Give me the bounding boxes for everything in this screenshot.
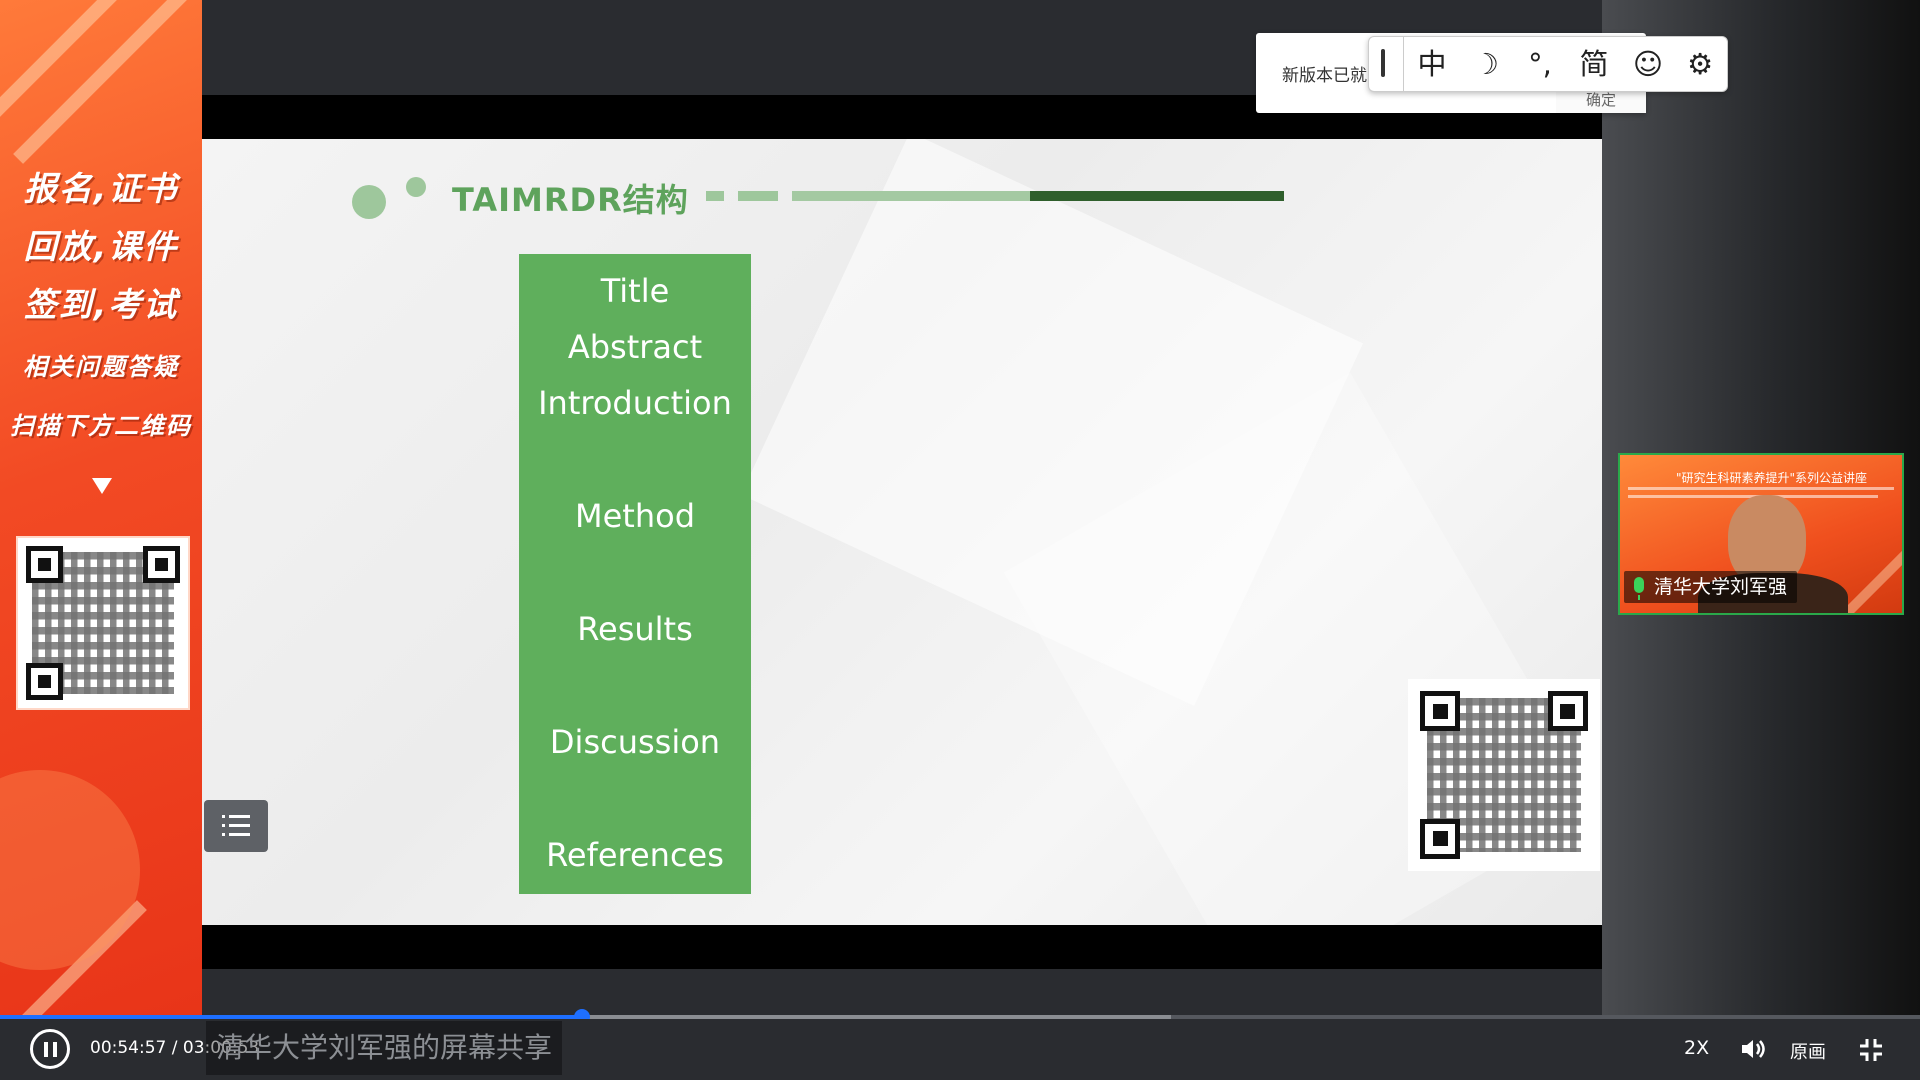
decor-bar [792,191,1030,201]
presenter-label: 清华大学刘军强 [1624,571,1798,603]
promo-line: 签到,考试 [23,285,179,324]
drag-handle[interactable] [1381,49,1385,77]
quality-button[interactable]: 原画 [1790,1038,1826,1064]
letterbox [202,925,1602,969]
promo-sidebar: 报名,证书 回放,课件 签到,考试 相关问题答疑 扫描下方二维码 [0,0,202,1030]
lecture-banner: "研究生科研素养提升"系列公益讲座 [1676,471,1868,485]
chinese-mode-button[interactable]: 中 [1411,43,1453,85]
punctuation-button[interactable]: °, [1519,43,1561,85]
divider [1403,37,1404,91]
promo-line: 报名,证书 [23,169,179,208]
section-results: Results [577,610,693,648]
microphone-icon [1634,577,1644,600]
section-abstract: Abstract [567,328,703,366]
section-references: References [546,836,724,874]
speed-button[interactable]: 2X [1684,1037,1709,1059]
slide-qr-code [1408,679,1600,871]
volume-button[interactable] [1740,1037,1768,1065]
decor-circle [0,770,140,970]
decor-dot [352,185,386,219]
banner-line [1628,487,1894,490]
gear-icon[interactable]: ⚙ [1679,43,1721,85]
section-introduction: Introduction [538,384,732,422]
screen-share-label: 清华大学刘军强的屏幕共享 [206,1021,563,1075]
simplified-button[interactable]: 简 [1573,43,1615,85]
slide-title: TAIMRDR结构 [452,181,689,219]
emoji-icon[interactable]: ☺ [1627,43,1669,85]
exit-fullscreen-button[interactable] [1858,1037,1884,1067]
presenter-name: 清华大学刘军强 [1654,576,1788,598]
volume-icon [1742,1040,1765,1058]
promo-line: 回放,课件 [23,227,179,266]
promo-qr-code [16,536,190,710]
presenter-video[interactable]: "研究生科研素养提升"系列公益讲座 清华大学刘军强 [1618,453,1904,615]
decor-dot [406,177,426,197]
decor-bar [1030,191,1284,201]
player-controls: 00:54:57 / 03:00:53 清华大学刘军强的屏幕共享 2X 原画 [0,1019,1920,1080]
decor-stripe [0,0,167,134]
pause-button[interactable] [30,1029,70,1069]
section-method: Method [574,497,695,535]
moon-icon[interactable]: ☽ [1465,43,1507,85]
exit-fullscreen-icon [1860,1039,1882,1061]
section-discussion: Discussion [549,723,721,761]
decor-bar [738,191,778,201]
decor-bar [706,191,724,201]
ime-toolbar: 中 ☽ °, 简 ☺ ⚙ [1368,36,1728,92]
notice-text: 新版本已就 [1282,66,1367,86]
arrow-down-icon [92,478,112,494]
section-list: Title Abstract Introduction Method Resul… [519,254,751,894]
promo-line: 扫描下方二维码 [10,412,192,440]
decor-stripe [13,0,202,164]
promo-line: 相关问题答疑 [23,353,179,381]
section-title: Title [600,272,670,310]
list-toggle-button[interactable] [204,800,268,852]
shared-slide: TAIMRDR结构 Title Abstract Introduction Me… [202,139,1602,925]
list-icon [222,815,250,836]
